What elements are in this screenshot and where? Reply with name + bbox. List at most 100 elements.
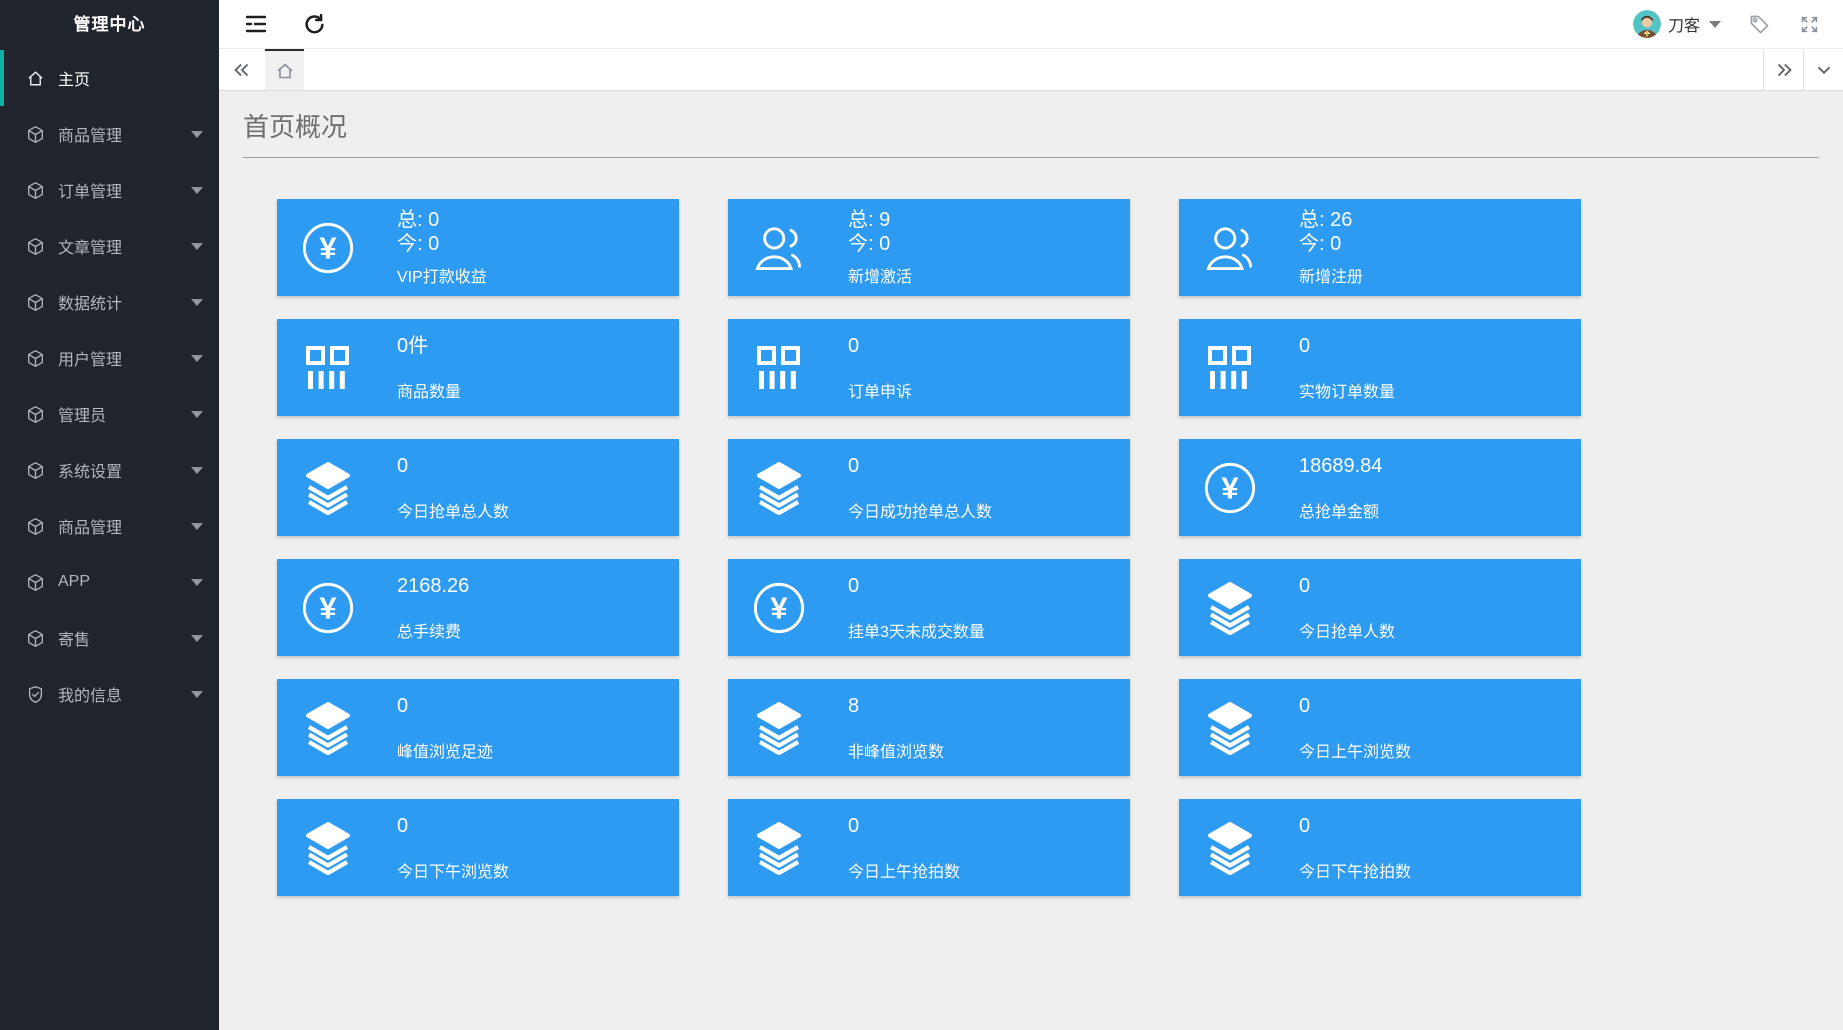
sidebar-item-9[interactable]: APP (0, 554, 219, 610)
sidebar-item-label: 管理员 (58, 402, 106, 426)
sidebar-item-label: 数据统计 (58, 290, 122, 314)
stat-card: 0 今日抢单总人数 (277, 439, 679, 536)
stat-card-value: 总: 0 (397, 208, 487, 232)
topbar-right: 刀客 (1633, 10, 1843, 38)
stat-card-value: 18689.84 (1299, 454, 1382, 478)
sidebar-item-label: 主页 (58, 66, 90, 90)
stat-card-label: 今日下午抢拍数 (1299, 858, 1411, 882)
stat-card: ¥ 18689.84 总抢单金额 (1179, 439, 1581, 536)
sidebar-item-label: 商品管理 (58, 514, 122, 538)
stat-card-label: 今日抢单总人数 (397, 498, 509, 522)
caret-down-icon (191, 579, 203, 586)
stat-card: ¥ 2168.26 总手续费 (277, 559, 679, 656)
stat-card: 8 非峰值浏览数 (728, 679, 1130, 776)
stat-card: 0 实物订单数量 (1179, 319, 1581, 416)
sidebar-item-2[interactable]: 订单管理 (0, 162, 219, 218)
home-icon (26, 69, 45, 88)
sidebar-toggle-icon[interactable] (244, 12, 268, 36)
users-icon (1201, 225, 1259, 271)
stat-card: 0 今日抢单人数 (1179, 559, 1581, 656)
sidebar-item-label: 文章管理 (58, 234, 122, 258)
sidebar-item-0[interactable]: 主页 (0, 50, 219, 106)
stat-card-label: 峰值浏览足迹 (397, 738, 493, 762)
svg-text:¥: ¥ (319, 230, 337, 265)
stat-card-value: 今: 0 (397, 232, 487, 256)
stat-card-value: 0 (1299, 814, 1411, 838)
sidebar-item-label: 用户管理 (58, 346, 122, 370)
cube-icon (26, 629, 45, 648)
cube-icon (26, 461, 45, 480)
user-menu[interactable]: 刀客 (1633, 10, 1721, 38)
sidebar-item-10[interactable]: 寄售 (0, 610, 219, 666)
cube-icon (26, 405, 45, 424)
sidebar-item-5[interactable]: 用户管理 (0, 330, 219, 386)
sidebar-item-label: 订单管理 (58, 178, 122, 202)
caret-down-icon (191, 187, 203, 194)
tabs-menu-icon[interactable] (1803, 49, 1843, 90)
stat-card-label: 今日下午浏览数 (397, 858, 509, 882)
tab-home[interactable] (265, 49, 304, 90)
refresh-icon[interactable] (302, 12, 326, 36)
stat-card-value: 0 (848, 334, 912, 358)
stat-card: 0 今日下午抢拍数 (1179, 799, 1581, 896)
caret-down-icon (191, 299, 203, 306)
yen-circle-icon: ¥ (750, 581, 808, 635)
caret-down-icon (191, 467, 203, 474)
stat-card: 0 峰值浏览足迹 (277, 679, 679, 776)
caret-down-icon (191, 523, 203, 530)
stat-card-label: 挂单3天未成交数量 (848, 618, 985, 642)
stat-card-label: 今日上午抢拍数 (848, 858, 960, 882)
sidebar-item-3[interactable]: 文章管理 (0, 218, 219, 274)
cube-icon (26, 573, 45, 592)
stat-card: 0 今日上午浏览数 (1179, 679, 1581, 776)
sidebar: 管理中心 主页 商品管理 订单管理 文章管理 数据统计 用户管理 管理员 系 (0, 0, 219, 1030)
grid-icon (1201, 345, 1259, 391)
stat-card-value: 0 (848, 574, 985, 598)
stat-card-value: 0 (1299, 694, 1411, 718)
stat-card: 0件 商品数量 (277, 319, 679, 416)
fullscreen-icon[interactable] (1797, 12, 1821, 36)
tabs-scroll-left-icon[interactable] (219, 49, 265, 90)
sidebar-item-4[interactable]: 数据统计 (0, 274, 219, 330)
sidebar-item-8[interactable]: 商品管理 (0, 498, 219, 554)
yen-circle-icon: ¥ (1201, 461, 1259, 515)
stat-card: 总: 9今: 0 新增激活 (728, 199, 1130, 296)
stat-card-value: 0 (397, 454, 509, 478)
stat-card-value: 今: 0 (848, 232, 912, 256)
svg-text:¥: ¥ (1221, 470, 1239, 505)
sidebar-item-7[interactable]: 系统设置 (0, 442, 219, 498)
stat-card-label: 订单申诉 (848, 378, 912, 402)
stat-card-value: 0 (1299, 574, 1395, 598)
stat-card-label: 商品数量 (397, 378, 461, 402)
yen-circle-icon: ¥ (299, 221, 357, 275)
tag-icon[interactable] (1747, 12, 1771, 36)
layers-icon (299, 461, 357, 515)
chevron-down-icon (1709, 21, 1721, 28)
layers-icon (299, 701, 357, 755)
stat-card-value: 0 (397, 694, 493, 718)
grid-icon (299, 345, 357, 391)
users-icon (750, 225, 808, 271)
stat-card: 0 今日上午抢拍数 (728, 799, 1130, 896)
stat-card-value: 今: 0 (1299, 232, 1363, 256)
stat-card-label: 今日成功抢单总人数 (848, 498, 992, 522)
stat-card: 0 订单申诉 (728, 319, 1130, 416)
sidebar-item-1[interactable]: 商品管理 (0, 106, 219, 162)
shield-check-icon (26, 685, 45, 704)
stat-card: ¥ 总: 0今: 0 VIP打款收益 (277, 199, 679, 296)
sidebar-item-11[interactable]: 我的信息 (0, 666, 219, 722)
tabbar-spacer (304, 49, 1763, 90)
sidebar-item-label: 商品管理 (58, 122, 122, 146)
topbar-left (219, 12, 326, 36)
caret-down-icon (191, 131, 203, 138)
stat-card-label: 总手续费 (397, 618, 469, 642)
caret-down-icon (191, 635, 203, 642)
sidebar-menu: 主页 商品管理 订单管理 文章管理 数据统计 用户管理 管理员 系统设置 (0, 50, 219, 722)
sidebar-item-6[interactable]: 管理员 (0, 386, 219, 442)
stat-card-value: 0 (848, 454, 992, 478)
sidebar-item-label: 寄售 (58, 626, 90, 650)
stat-card-label: 新增激活 (848, 263, 912, 287)
cube-icon (26, 293, 45, 312)
stat-card-label: 总抢单金额 (1299, 498, 1382, 522)
tabs-scroll-right-icon[interactable] (1763, 49, 1803, 90)
